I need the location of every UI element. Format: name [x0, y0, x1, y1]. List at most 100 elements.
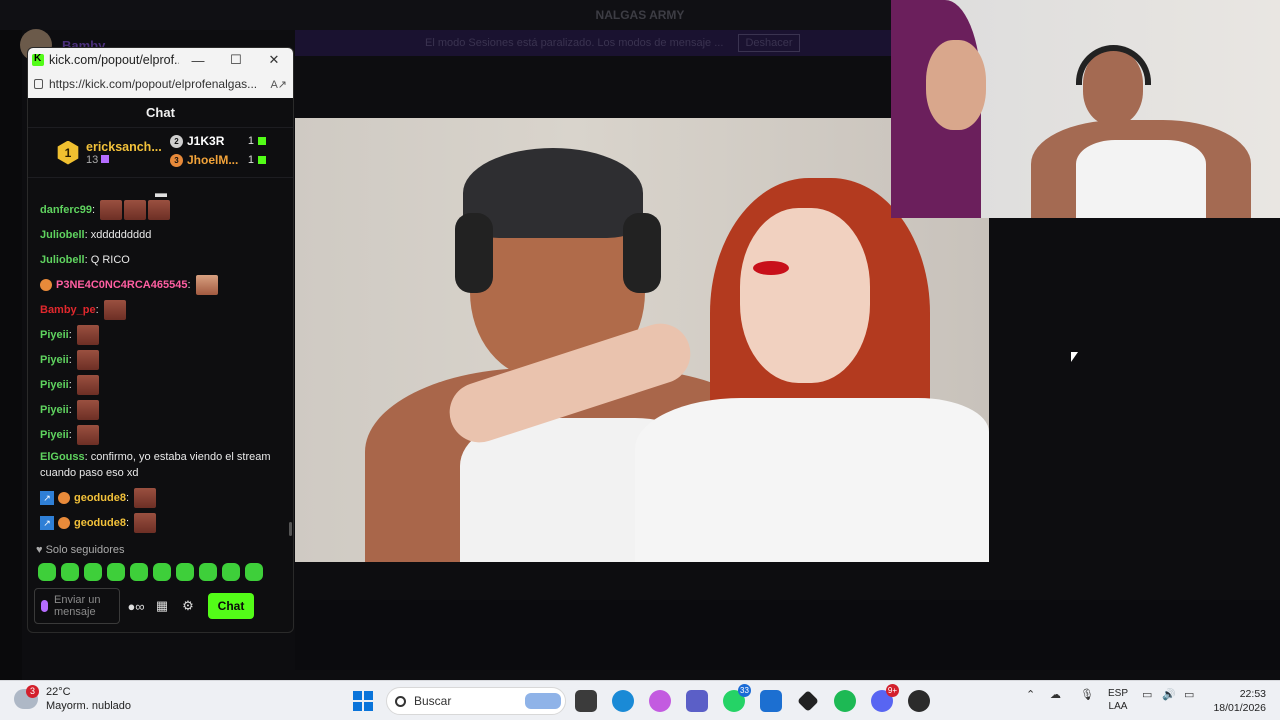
emote-picker-icon[interactable]: ●∞: [126, 599, 146, 614]
gifter-leaderboard: 1 ericksanch... 13 2 J1K3R 1 3 JhoelM... 1: [28, 128, 293, 178]
network-icon[interactable]: ▭: [1142, 688, 1152, 701]
window-titlebar[interactable]: kick.com/popout/elprof... — ☐ ✕: [28, 48, 293, 72]
chat-username[interactable]: danferc99: [40, 204, 92, 216]
kick-emote-icon[interactable]: [199, 563, 217, 581]
kick-emote-icon[interactable]: [153, 563, 171, 581]
store-app-icon[interactable]: [760, 690, 782, 712]
chat-emote-icon: [100, 199, 123, 220]
chat-colon: :: [68, 353, 75, 366]
leaderboard-others: 2 J1K3R 1 3 JhoelM... 1: [170, 134, 266, 167]
language-indicator[interactable]: ESP LAA: [1108, 687, 1128, 713]
volume-icon[interactable]: 🔊: [1162, 688, 1176, 701]
kick-emote-icon[interactable]: [38, 563, 56, 581]
chat-message: Juliobell: Q RICO: [40, 247, 293, 272]
search-icon: [395, 695, 406, 707]
mod-banner-button[interactable]: Deshacer: [738, 34, 800, 52]
system-clock[interactable]: 22:53 18/01/2026: [1212, 687, 1266, 715]
url-text[interactable]: https://kick.com/popout/elprofenalgas...: [49, 77, 264, 91]
address-bar[interactable]: https://kick.com/popout/elprofenalgas...…: [28, 72, 293, 98]
headset-icon: [1076, 45, 1151, 85]
leaderboard-entry[interactable]: 2 J1K3R 1: [170, 134, 266, 148]
chat-username[interactable]: ElGouss: [40, 451, 85, 463]
discord-badge: 9+: [885, 684, 899, 697]
minimize-button[interactable]: —: [179, 53, 217, 68]
leaderboard-entry[interactable]: 3 JhoelM... 1: [170, 153, 266, 167]
chat-colon: :: [95, 303, 102, 316]
windows-start-icon[interactable]: [353, 691, 373, 711]
chat-colon: :: [125, 491, 133, 504]
obs-icon[interactable]: [908, 690, 930, 712]
chat-header: Chat: [28, 98, 293, 128]
chat-scrollbar[interactable]: [289, 522, 292, 536]
language-code: ESP: [1108, 688, 1129, 699]
chat-username[interactable]: Piyeii: [40, 329, 69, 341]
boost-badge-icon: ↗: [40, 515, 54, 530]
gift-icon: [258, 137, 266, 145]
store-icon[interactable]: ▦: [152, 598, 172, 614]
microphone-tray-icon[interactable]: 🎙: [1080, 688, 1094, 701]
file-explorer-icon[interactable]: [575, 690, 597, 712]
chat-message: P3NE4C0NC4RCA465545:: [40, 272, 293, 297]
discord-icon[interactable]: 9+: [871, 684, 899, 712]
edge-browser-icon[interactable]: [612, 690, 634, 712]
followers-only-label: Solo seguidores: [45, 544, 125, 556]
kick-emote-icon[interactable]: [245, 563, 263, 581]
leaderboard-entry-count: 1: [247, 135, 254, 147]
teams-icon[interactable]: [686, 690, 708, 712]
whatsapp-icon[interactable]: 33: [723, 684, 751, 712]
chat-username[interactable]: Piyeii: [40, 379, 69, 391]
kick-emote-icon[interactable]: [176, 563, 194, 581]
chat-message: ElGouss: confirmo, yo estaba viendo el s…: [40, 447, 293, 485]
weather-widget[interactable]: 3 22°C Mayorm. nublado: [14, 685, 131, 713]
background-input-area: [295, 600, 1280, 670]
close-button[interactable]: ✕: [255, 52, 293, 68]
spotify-icon[interactable]: [834, 690, 856, 712]
chat-emote-icon: [148, 199, 171, 220]
kick-logo-icon: [32, 53, 44, 66]
chat-message-text: xddddddddd: [90, 228, 152, 241]
main-video[interactable]: [295, 118, 989, 562]
chat-username[interactable]: Juliobell: [40, 254, 85, 266]
chat-username[interactable]: Juliobell: [40, 229, 85, 241]
chat-message: Juliobell: xddddddddd: [40, 222, 293, 247]
onedrive-icon[interactable]: ☁: [1050, 688, 1061, 701]
dropbox-icon[interactable]: [797, 690, 819, 712]
mod-banner: El modo Sesiones está paralizado. Los mo…: [295, 30, 895, 56]
tray-overflow-icon[interactable]: ⌃: [1026, 688, 1035, 701]
chat-username[interactable]: geodude8: [74, 492, 126, 504]
chat-username[interactable]: Piyeii: [40, 429, 69, 441]
kick-chat-popout-window[interactable]: kick.com/popout/elprof... — ☐ ✕ https://…: [27, 47, 294, 633]
boost-badge-icon: ↗: [40, 490, 54, 505]
chat-input[interactable]: Enviar un mensaje: [34, 588, 120, 624]
cloud-icon: 3: [14, 685, 39, 709]
chat-colon: :: [91, 203, 99, 216]
leaderboard-first-name: ericksanch...: [86, 139, 162, 154]
chat-username[interactable]: Bamby_pe: [40, 304, 96, 316]
rank-badge-icon: 3: [170, 153, 183, 167]
kick-emote-icon[interactable]: [61, 563, 79, 581]
peach-badge-icon: [58, 491, 70, 504]
microphone-icon[interactable]: [41, 600, 48, 612]
kick-emote-icon[interactable]: [107, 563, 125, 581]
battery-icon[interactable]: ▭: [1184, 688, 1194, 701]
chat-username[interactable]: geodude8: [74, 517, 126, 529]
chat-username[interactable]: Piyeii: [40, 404, 69, 416]
chat-colon: :: [125, 516, 133, 529]
leaderboard-first-count-row: 13: [86, 154, 162, 166]
kick-emote-icon[interactable]: [222, 563, 240, 581]
settings-gear-icon[interactable]: ⚙: [178, 598, 198, 614]
read-aloud-icon[interactable]: A↗: [270, 78, 287, 91]
maximize-button[interactable]: ☐: [217, 52, 255, 68]
chat-username[interactable]: P3NE4C0NC4RCA465545: [56, 279, 187, 291]
leaderboard-entry-name: J1K3R: [187, 134, 225, 148]
copilot-icon[interactable]: [649, 690, 671, 712]
leaderboard-first[interactable]: ericksanch... 13: [86, 140, 162, 166]
taskbar-search-input[interactable]: Buscar: [386, 687, 566, 715]
weather-condition: Mayorm. nublado: [46, 700, 131, 712]
kick-emote-icon[interactable]: [84, 563, 102, 581]
chat-username[interactable]: Piyeii: [40, 354, 69, 366]
desktop-screen: NALGAS ARMY El modo Sesiones está parali…: [0, 0, 1280, 720]
send-chat-button[interactable]: Chat: [208, 593, 254, 619]
kick-emote-icon[interactable]: [130, 563, 148, 581]
leaderboard-entry-name: JhoelM...: [187, 153, 239, 167]
